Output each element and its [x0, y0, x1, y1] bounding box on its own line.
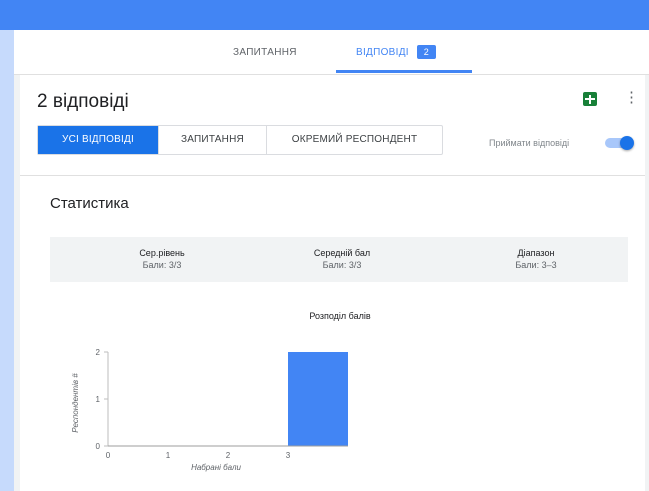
- x-tick-label: 1: [166, 451, 171, 460]
- left-strip: [0, 30, 14, 491]
- responses-header: 2 відповіді ⋮ УСІ ВІДПОВІДІ ЗАПИТАННЯ ОК…: [20, 75, 645, 176]
- segment-all-responses[interactable]: УСІ ВІДПОВІДІ: [38, 126, 159, 154]
- summary-average-title: Сер.рівень: [139, 248, 185, 258]
- y-tick-label: 2: [96, 348, 101, 357]
- y-tick-label: 1: [96, 395, 101, 404]
- x-tick-label: 2: [226, 451, 231, 460]
- summary-range: Діапазон Бали: 3–3: [486, 248, 586, 270]
- y-tick-label: 0: [96, 442, 101, 451]
- x-tick-label: 3: [286, 451, 291, 460]
- score-summary: Сер.рівень Бали: 3/3 Середній бал Бали: …: [50, 237, 628, 282]
- segment-individual[interactable]: ОКРЕМИЙ РЕСПОНДЕНТ: [267, 126, 442, 154]
- page-title: 2 відповіді: [37, 91, 129, 112]
- accept-responses-toggle[interactable]: [605, 136, 634, 150]
- x-axis-label: Набрані бали: [191, 463, 241, 472]
- responses-card: 2 відповіді ⋮ УСІ ВІДПОВІДІ ЗАПИТАННЯ ОК…: [20, 75, 645, 491]
- more-vert-icon[interactable]: ⋮: [624, 89, 639, 107]
- stats-heading: Статистика: [50, 195, 129, 212]
- tabs-bar: ЗАПИТАННЯ ВІДПОВІДІ 2: [14, 30, 649, 75]
- x-tick-label: 0: [106, 451, 111, 460]
- score-distribution-chart: 0 1 2 0 1 2 3 Набрані бали Респондентів #: [71, 348, 348, 472]
- summary-mean-title: Середній бал: [313, 248, 371, 258]
- chart-bar: [288, 352, 348, 446]
- tab-questions[interactable]: ЗАПИТАННЯ: [233, 30, 297, 74]
- accept-responses-label: Приймати відповіді: [489, 138, 570, 148]
- summary-mean: Середній бал Бали: 3/3: [292, 248, 392, 270]
- summary-average: Сер.рівень Бали: 3/3: [112, 248, 212, 270]
- chart-title: Розподіл балів: [309, 311, 371, 321]
- tab-responses[interactable]: ВІДПОВІДІ 2: [356, 30, 436, 74]
- summary-range-value: Бали: 3–3: [515, 260, 557, 270]
- sheets-icon[interactable]: [583, 92, 597, 106]
- summary-range-title: Діапазон: [517, 248, 555, 258]
- segment-questions[interactable]: ЗАПИТАННЯ: [159, 126, 267, 154]
- active-tab-indicator: [336, 70, 472, 73]
- tab-questions-label: ЗАПИТАННЯ: [233, 47, 297, 58]
- toggle-knob: [620, 136, 634, 150]
- response-count-badge: 2: [416, 45, 436, 60]
- view-selector: УСІ ВІДПОВІДІ ЗАПИТАННЯ ОКРЕМИЙ РЕСПОНДЕ…: [37, 125, 443, 155]
- summary-average-value: Бали: 3/3: [142, 260, 182, 270]
- summary-mean-value: Бали: 3/3: [322, 260, 362, 270]
- y-axis-label: Респондентів #: [71, 373, 80, 433]
- tab-responses-label: ВІДПОВІДІ: [356, 47, 409, 58]
- top-bar: [0, 0, 649, 30]
